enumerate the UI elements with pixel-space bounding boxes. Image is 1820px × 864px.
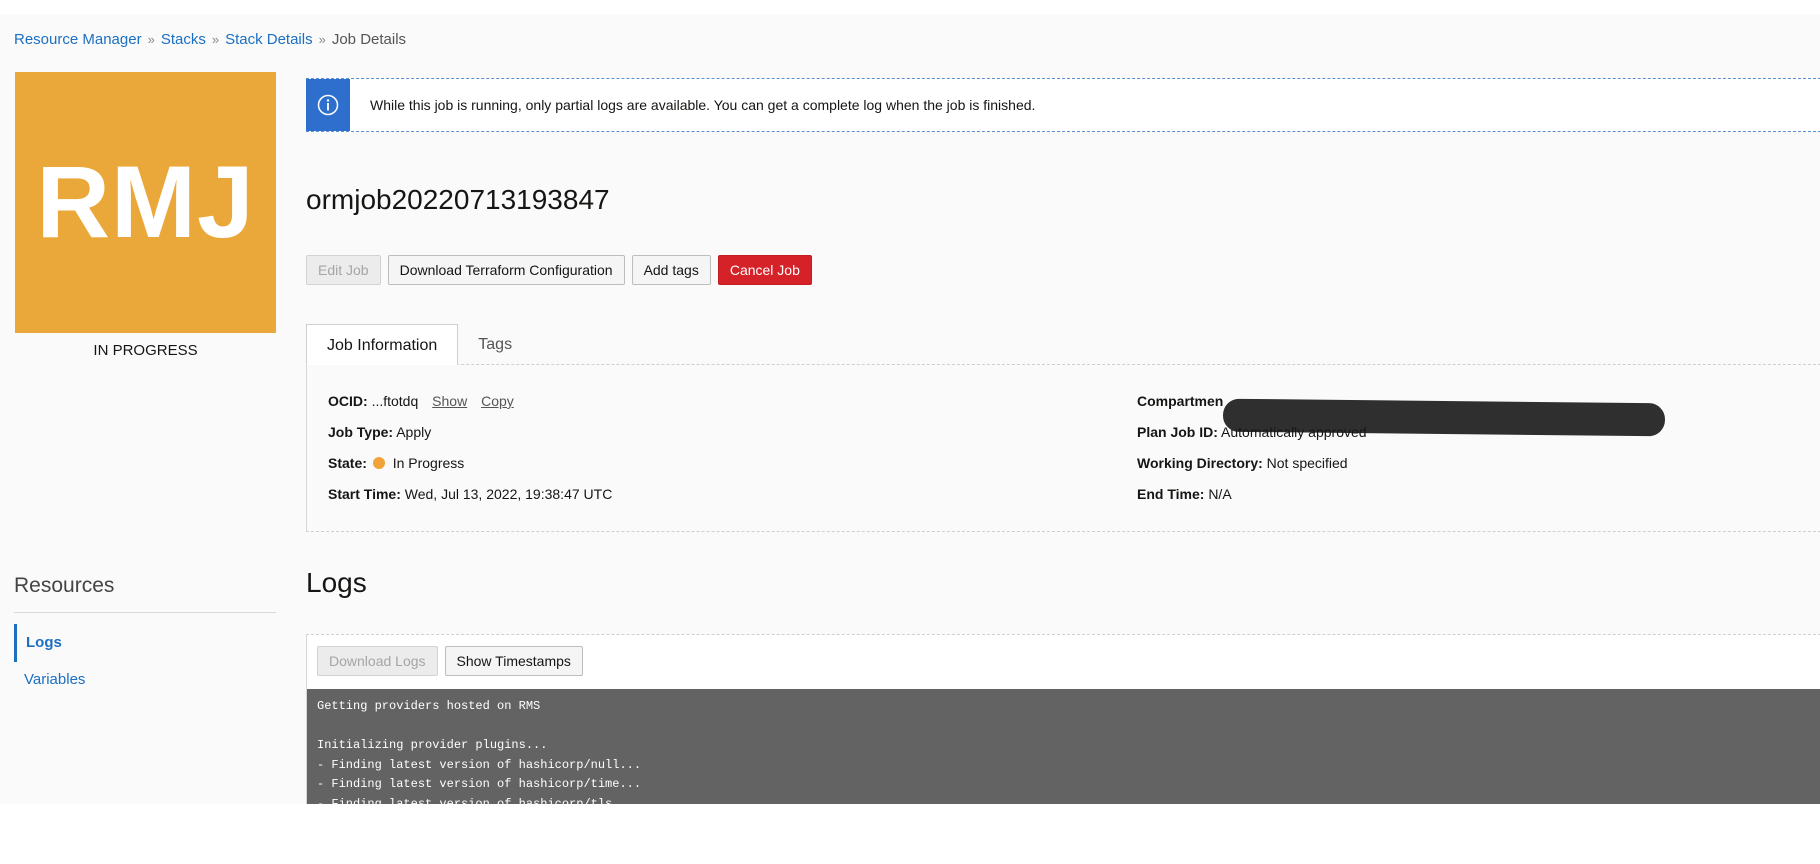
plan-job-label: Plan Job ID: (1137, 424, 1218, 440)
page: Resource Manager » Stacks » Stack Details » Jo… (0, 14, 1820, 804)
logs-panel: Download Logs Show Timestamps Getting pr… (306, 634, 1820, 804)
download-logs-button[interactable]: Download Logs (317, 646, 438, 676)
plan-job-value: Automatically approved (1221, 424, 1367, 440)
resources-divider (14, 612, 276, 613)
breadcrumb-current: Job Details (331, 31, 407, 48)
start-time-row: Start Time: Wed, Jul 13, 2022, 19:38:47 … (328, 486, 612, 502)
info-banner-text: While this job is running, only partial … (370, 97, 1036, 113)
ocid-row: OCID: ...ftotdq Show Copy (328, 393, 514, 409)
job-type-value: Apply (396, 424, 432, 440)
end-time-value: N/A (1208, 486, 1232, 502)
resources-heading: Resources (14, 574, 115, 597)
logs-heading: Logs (306, 567, 367, 598)
resources-item-variables[interactable]: Variables (14, 661, 85, 699)
state-indicator-dot (372, 457, 385, 469)
compartment-row: Compartmen (1137, 393, 1223, 409)
working-directory-row: Working Directory: Not specified (1137, 455, 1348, 471)
job-type-row: Job Type: Apply (328, 424, 431, 440)
log-console[interactable]: Getting providers hosted on RMS ​Initiali… (307, 689, 1820, 804)
log-line: Initializing provider plugins... (317, 738, 548, 752)
job-avatar-initials: RMJ (36, 145, 255, 259)
start-time-label: Start Time: (328, 486, 401, 502)
breadcrumb-separator: » (147, 32, 155, 47)
breadcrumb-separator: » (211, 32, 220, 47)
cancel-job-button[interactable]: Cancel Job (717, 255, 812, 285)
resources-item-logs[interactable]: Logs (14, 624, 62, 662)
plan-job-row: Plan Job ID: Automatically approved (1137, 424, 1367, 440)
log-line: - Finding latest version of hashicorp/tl… (317, 796, 634, 805)
log-line: - Finding latest version of hashicorp/nu… (317, 757, 642, 772)
log-line: Getting providers hosted on RMS (317, 699, 541, 713)
start-time-value: Wed, Jul 13, 2022, 19:38:47 UTC (404, 486, 613, 502)
edit-job-button[interactable]: Edit Job (306, 255, 381, 285)
breadcrumb-resource-manager[interactable]: Resource Manager (14, 31, 142, 48)
action-toolbar: Edit Job Download Terraform Configuratio… (306, 255, 812, 285)
info-icon (306, 79, 350, 131)
ocid-value: ...ftotdq (371, 393, 419, 409)
add-tags-button[interactable]: Add tags (631, 255, 711, 285)
breadcrumb-stacks[interactable]: Stacks (161, 31, 206, 48)
breadcrumb: Resource Manager » Stacks » Stack Details » Jo… (14, 31, 406, 48)
ocid-copy-link[interactable]: Copy (481, 393, 514, 409)
download-terraform-configuration-button[interactable]: Download Terraform Configuration (387, 255, 625, 285)
page-title: ormjob20220713193847 (306, 184, 610, 215)
compartment-label: Compartmen (1137, 393, 1224, 409)
ocid-label: OCID: (328, 393, 368, 409)
job-information-panel (306, 364, 1820, 532)
breadcrumb-stack-details[interactable]: Stack Details (225, 31, 313, 48)
log-line: ​ (317, 717, 1817, 737)
state-label: State: (328, 455, 367, 471)
tab-job-information[interactable]: Job Information (306, 324, 459, 365)
tab-tags[interactable]: Tags (458, 324, 532, 365)
show-timestamps-button[interactable]: Show Timestamps (444, 646, 583, 676)
logs-toolbar: Download Logs Show Timestamps (317, 646, 583, 676)
working-directory-value: Not specified (1266, 455, 1348, 471)
ocid-show-link[interactable]: Show (432, 393, 467, 409)
working-directory-label: Working Directory: (1137, 455, 1263, 471)
log-line: - Finding latest version of hashicorp/ti… (317, 777, 642, 791)
end-time-row: End Time: N/A (1137, 486, 1232, 502)
info-banner: While this job is running, only partial … (306, 78, 1820, 132)
detail-tabs: Job Information Tags (306, 324, 532, 365)
job-status-label: IN PROGRESS (93, 342, 198, 359)
breadcrumb-separator: » (318, 32, 326, 47)
job-avatar-tile: RMJ (15, 72, 276, 333)
job-type-label: Job Type: (328, 424, 394, 440)
end-time-label: End Time: (1137, 486, 1205, 502)
state-value: In Progress (392, 455, 465, 471)
state-row: State: In Progress (328, 455, 464, 471)
